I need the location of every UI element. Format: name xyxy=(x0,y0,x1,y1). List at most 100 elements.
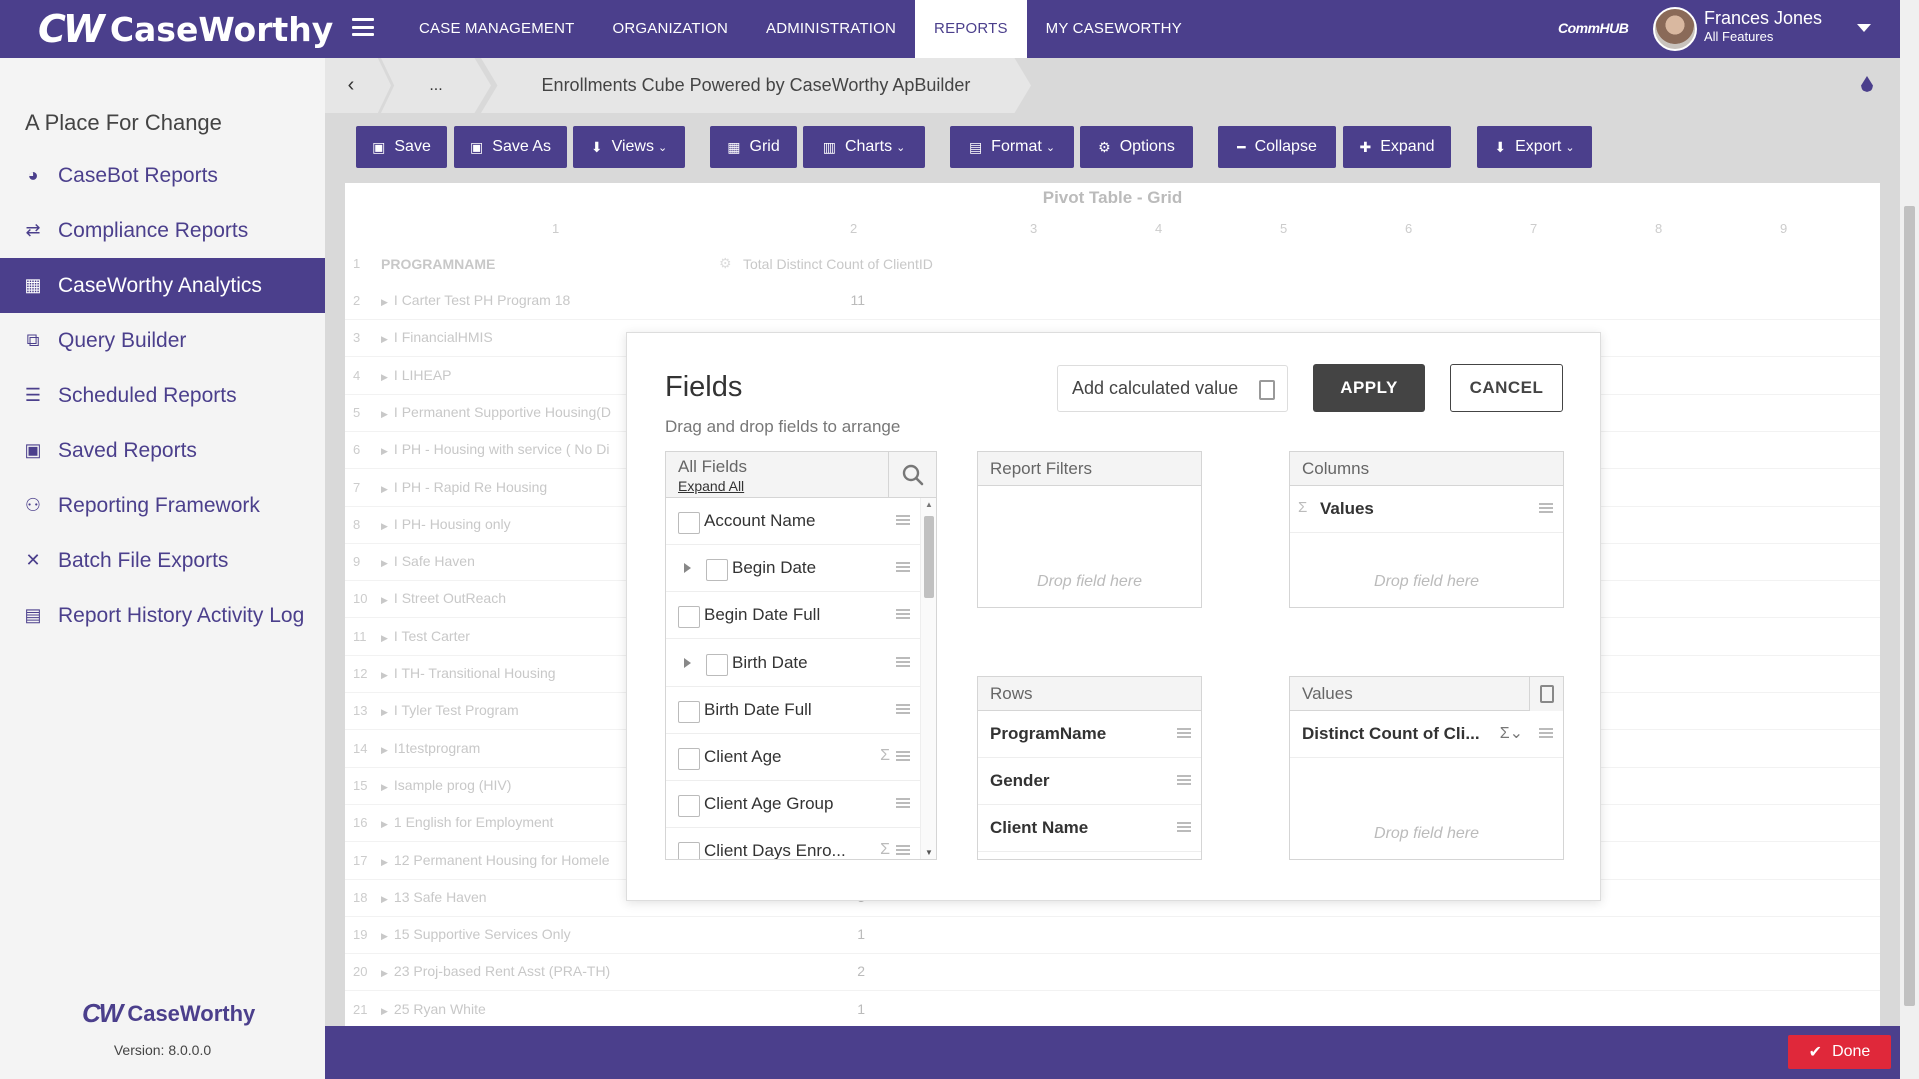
nav-administration[interactable]: ADMINISTRATION xyxy=(747,0,915,58)
expand-triangle-icon[interactable] xyxy=(684,563,691,574)
values-field-distinct-count[interactable]: Distinct Count of Cli... Σ⌄ xyxy=(1290,711,1563,758)
breadcrumb-back-button[interactable]: ‹ xyxy=(325,58,391,113)
field-list-item[interactable]: Client Days Enro... Σ xyxy=(666,828,920,859)
columns-panel[interactable]: Columns Σ Values Drop field here xyxy=(1289,451,1564,608)
table-row[interactable]: 20 ▶ 23 Proj-based Rent Asst (PRA-TH) 2 xyxy=(345,954,1880,992)
field-checkbox[interactable] xyxy=(678,512,700,534)
drag-handle-icon[interactable] xyxy=(896,703,910,714)
expand-arrow-icon[interactable]: ▶ xyxy=(381,782,388,792)
expand-arrow-icon[interactable]: ▶ xyxy=(381,670,388,680)
rows-field-programname[interactable]: ProgramName xyxy=(978,711,1201,758)
expand-arrow-icon[interactable]: ▶ xyxy=(381,745,388,755)
table-row[interactable]: 19 ▶ 15 Supportive Services Only 1 xyxy=(345,917,1880,955)
row-program-name[interactable]: ▶ 13 Safe Haven xyxy=(381,889,487,905)
row-program-name[interactable]: ▶ 23 Proj-based Rent Asst (PRA-TH) xyxy=(381,963,610,979)
sidebar-item-compliance-reports[interactable]: ⇄ Compliance Reports xyxy=(0,203,325,258)
drag-handle-icon[interactable] xyxy=(896,656,910,667)
expand-arrow-icon[interactable]: ▶ xyxy=(381,931,388,941)
expand-arrow-icon[interactable]: ▶ xyxy=(381,334,388,344)
sidebar-item-scheduled-reports[interactable]: ☰ Scheduled Reports xyxy=(0,368,325,423)
sidebar-item-batch-file-exports[interactable]: ✕ Batch File Exports xyxy=(0,533,325,588)
field-checkbox[interactable] xyxy=(678,606,700,629)
row-program-name[interactable]: ▶ I Safe Haven xyxy=(381,553,475,569)
collapse-button[interactable]: ━ Collapse xyxy=(1218,126,1336,168)
values-calculator-button[interactable] xyxy=(1529,677,1563,711)
sidebar-item-query-builder[interactable]: ⧉ Query Builder xyxy=(0,313,325,368)
sidebar-item-caseworthy-analytics[interactable]: ▦ CaseWorthy Analytics xyxy=(0,258,325,313)
scroll-up-arrow-icon[interactable]: ▲ xyxy=(925,500,933,509)
values-panel[interactable]: Values Distinct Count of Cli... Σ⌄ Drop … xyxy=(1289,676,1564,860)
field-list-item[interactable]: Begin Date Full xyxy=(666,592,920,640)
field-checkbox[interactable] xyxy=(706,559,728,582)
drag-handle-icon[interactable] xyxy=(896,515,910,525)
sidebar-item-report-history-activity-log[interactable]: ▤ Report History Activity Log xyxy=(0,588,325,643)
expand-arrow-icon[interactable]: ▶ xyxy=(381,595,388,605)
user-menu-chevron-down-icon[interactable] xyxy=(1857,24,1871,32)
drag-handle-icon[interactable] xyxy=(1539,503,1553,513)
field-checkbox[interactable] xyxy=(678,842,700,859)
drag-handle-icon[interactable] xyxy=(896,609,910,620)
table-row[interactable]: 21 ▶ 25 Ryan White 1 xyxy=(345,992,1880,1026)
field-checkbox[interactable] xyxy=(678,748,700,770)
row-program-name[interactable]: ▶ I Carter Test PH Program 18 xyxy=(381,292,570,308)
breadcrumb-ellipsis[interactable]: ... xyxy=(381,58,491,113)
drag-handle-icon[interactable] xyxy=(1177,775,1191,785)
row-program-name[interactable]: ▶ 25 Ryan White xyxy=(381,1001,486,1017)
aggregation-dropdown-icon[interactable]: Σ⌄ xyxy=(1500,723,1523,743)
expand-arrow-icon[interactable]: ▶ xyxy=(381,521,388,531)
all-fields-scrollbar-thumb[interactable] xyxy=(924,516,934,598)
rows-panel[interactable]: Rows ProgramName Gender Client Name xyxy=(977,676,1202,860)
user-name[interactable]: Frances Jones xyxy=(1704,8,1822,29)
scroll-down-arrow-icon[interactable]: ▼ xyxy=(925,848,933,857)
views-dropdown-button[interactable]: ⬇ Views ⌄ xyxy=(573,126,685,168)
field-list-item[interactable]: Birth Date xyxy=(666,640,920,687)
field-checkbox[interactable] xyxy=(678,700,700,723)
report-filters-panel[interactable]: Report Filters Drop field here xyxy=(977,451,1202,608)
expand-arrow-icon[interactable]: ▶ xyxy=(381,297,388,307)
field-list-item[interactable]: Account Name xyxy=(666,498,920,545)
nav-my-caseworthy[interactable]: MY CASEWORTHY xyxy=(1027,0,1201,58)
options-button[interactable]: ⚙ Options xyxy=(1080,126,1193,168)
page-scrollbar-thumb[interactable] xyxy=(1904,206,1915,1006)
format-dropdown-button[interactable]: ▤ Format ⌄ xyxy=(950,126,1074,168)
row-program-name[interactable]: ▶ I PH - Rapid Re Housing xyxy=(381,479,547,495)
field-checkbox[interactable] xyxy=(706,653,728,676)
field-search-button[interactable] xyxy=(889,452,936,498)
columns-field-values[interactable]: Σ Values xyxy=(1290,486,1563,533)
export-dropdown-button[interactable]: ⬇ Export ⌄ xyxy=(1477,126,1592,168)
sidebar-item-casebot-reports[interactable]: ◕ CaseBot Reports xyxy=(0,148,325,203)
user-avatar[interactable] xyxy=(1653,7,1697,51)
commhub-logo[interactable]: CommHUB xyxy=(1558,20,1629,36)
expand-arrow-icon[interactable]: ▶ xyxy=(381,894,388,904)
drag-handle-icon[interactable] xyxy=(896,562,910,573)
rows-field-client-name[interactable]: Client Name xyxy=(978,805,1201,852)
rows-field-gender[interactable]: Gender xyxy=(978,758,1201,805)
grid-button[interactable]: ▦ Grid xyxy=(710,126,797,168)
cancel-button[interactable]: CANCEL xyxy=(1450,364,1563,412)
drag-handle-icon[interactable] xyxy=(896,845,910,856)
save-button[interactable]: ▣ Save xyxy=(356,126,447,168)
distinct-count-header[interactable]: Total Distinct Count of ClientID xyxy=(743,256,933,272)
field-list-item[interactable]: Begin Date xyxy=(666,545,920,593)
expand-arrow-icon[interactable]: ▶ xyxy=(381,372,388,382)
table-row[interactable]: 2 ▶ I Carter Test PH Program 18 11 xyxy=(345,283,1880,320)
nav-organization[interactable]: ORGANIZATION xyxy=(594,0,747,58)
expand-arrow-icon[interactable]: ▶ xyxy=(381,819,388,829)
expand-arrow-icon[interactable]: ▶ xyxy=(381,1006,388,1016)
expand-arrow-icon[interactable]: ▶ xyxy=(381,707,388,717)
drag-handle-icon[interactable] xyxy=(896,798,910,809)
expand-arrow-icon[interactable]: ▶ xyxy=(381,857,388,867)
all-fields-scrollbar[interactable]: ▲ ▼ xyxy=(920,498,936,859)
expand-arrow-icon[interactable]: ▶ xyxy=(381,409,388,419)
row-program-name[interactable]: ▶ I Test Carter xyxy=(381,628,470,644)
caseworthy-logo[interactable]: CW CaseWorthy xyxy=(0,7,400,51)
row-program-name[interactable]: ▶ Isample prog (HIV) xyxy=(381,777,511,793)
save-as-button[interactable]: ▣ Save As xyxy=(454,126,567,168)
row-program-name[interactable]: ▶ I Street OutReach xyxy=(381,590,506,606)
row-program-name[interactable]: ▶ I LIHEAP xyxy=(381,367,452,383)
drag-handle-icon[interactable] xyxy=(1177,822,1191,832)
row-program-name[interactable]: ▶ I PH - Housing with service ( No Di xyxy=(381,441,609,457)
page-scrollbar[interactable] xyxy=(1900,0,1919,1079)
hamburger-menu-icon[interactable] xyxy=(352,18,374,36)
row-program-name[interactable]: ▶ 1 English for Employment xyxy=(381,814,553,830)
